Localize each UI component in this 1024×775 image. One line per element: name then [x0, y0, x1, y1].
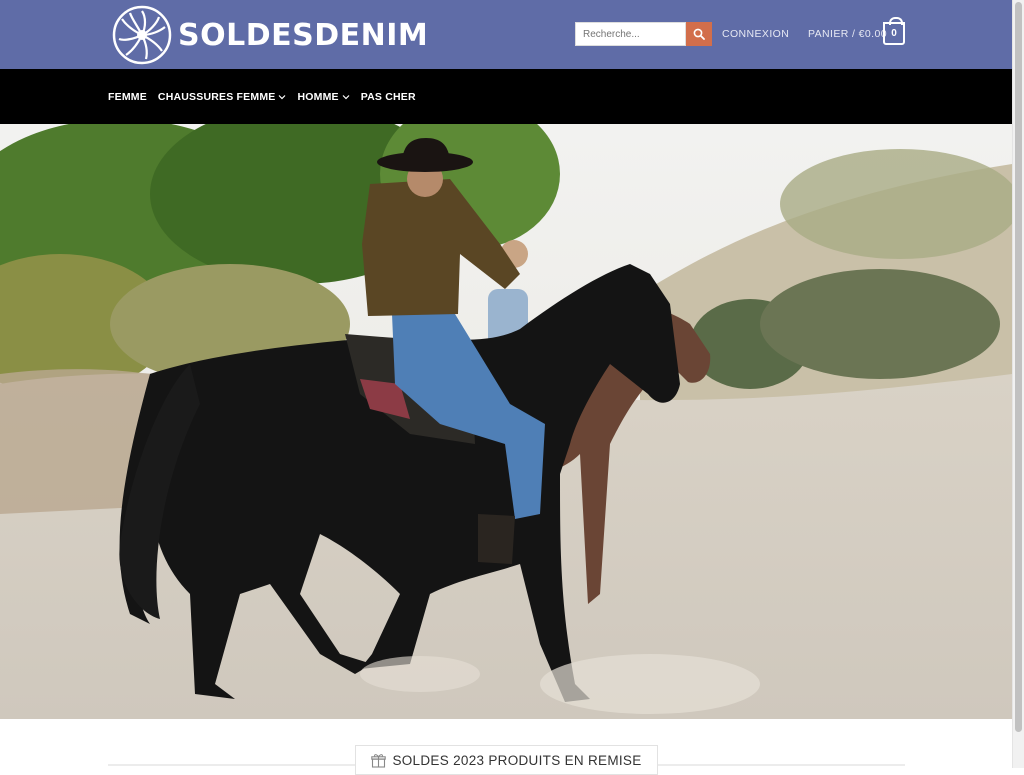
nav-item-pas-cher[interactable]: PAS CHER	[361, 91, 416, 103]
search-field[interactable]	[575, 22, 686, 46]
nav-item-label: HOMME	[297, 90, 339, 103]
cart-link[interactable]: PANIER / €0.00	[808, 28, 887, 40]
site-logo[interactable]: SOLDESDENIM	[112, 5, 428, 65]
section-title-text: SOLDES 2023 PRODUITS EN REMISE	[392, 752, 642, 768]
nav-item-femme[interactable]: FEMME	[108, 91, 147, 103]
chevron-down-icon	[279, 94, 286, 99]
cart-count-badge: 0	[891, 28, 897, 39]
nav-item-label: FEMME	[108, 90, 147, 103]
main-navigation: FEMME CHAUSSURES FEMME HOMME PAS CHER	[0, 69, 1012, 124]
page-scrollbar[interactable]	[1012, 0, 1024, 768]
nav-item-label: PAS CHER	[360, 90, 416, 103]
search-button[interactable]	[686, 22, 712, 46]
page: SOLDESDENIM CONNEXION PANIER / €0.00 0 F…	[0, 0, 1012, 775]
login-link[interactable]: CONNEXION	[722, 28, 789, 40]
chevron-down-icon	[342, 94, 350, 99]
scrollbar-thumb[interactable]	[1015, 2, 1022, 732]
search-icon	[693, 28, 705, 40]
nav-item-label: CHAUSSURES FEMME	[157, 90, 276, 103]
logo-text: SOLDESDENIM	[178, 17, 429, 53]
logo-flower-icon	[112, 5, 172, 65]
header-top-bar: SOLDESDENIM CONNEXION PANIER / €0.00 0	[0, 0, 1012, 69]
nav-item-homme[interactable]: HOMME	[297, 90, 350, 103]
cart-bag-icon[interactable]: 0	[883, 17, 905, 45]
main-menu: FEMME CHAUSSURES FEMME HOMME PAS CHER	[108, 69, 427, 124]
search-input[interactable]	[576, 23, 685, 45]
hero-banner-image[interactable]	[0, 124, 1012, 719]
section-heading: SOLDES 2023 PRODUITS EN REMISE	[355, 745, 658, 775]
gift-icon	[371, 753, 387, 768]
nav-item-chaussures-femme[interactable]: CHAUSSURES FEMME	[158, 91, 287, 103]
hero-photo	[0, 124, 1012, 719]
